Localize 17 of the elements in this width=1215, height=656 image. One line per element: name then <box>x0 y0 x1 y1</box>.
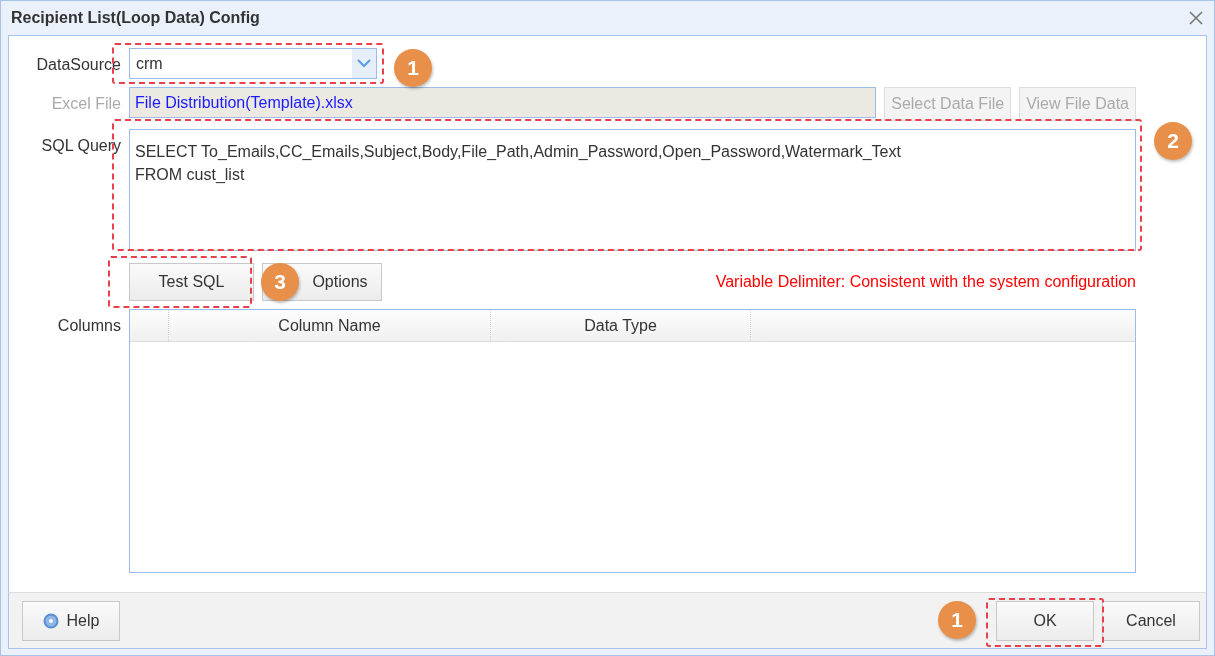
help-icon <box>42 612 59 629</box>
sql-query-field[interactable]: SELECT To_Emails,CC_Emails,Subject,Body,File_Path,Admin_Password,Open_Password,Watermark_Text FROM cust_list <box>129 129 1136 251</box>
help-button[interactable]: Help <box>22 600 120 641</box>
caret-icon <box>357 59 371 68</box>
field-label: DataSource <box>35 55 121 75</box>
window-title: Recipient List(Loop Data) Config <box>11 8 260 28</box>
field-label: SQL Query <box>40 136 121 156</box>
field-label: Columns <box>56 316 121 336</box>
cancel-button[interactable]: Cancel <box>1102 600 1200 641</box>
query-button[interactable]: Test SQL <box>129 263 254 301</box>
datasource-dropdown[interactable]: crm <box>129 48 377 79</box>
close-icon[interactable] <box>1188 10 1204 26</box>
field-label: Excel File <box>50 94 121 114</box>
column-header[interactable]: Column Name <box>169 310 491 341</box>
delimiter-note: Variable Delimiter: Consistent with the system configuration <box>715 272 1136 292</box>
column-header[interactable]: Data Type <box>491 310 751 341</box>
ok-button[interactable]: OK <box>996 600 1094 641</box>
